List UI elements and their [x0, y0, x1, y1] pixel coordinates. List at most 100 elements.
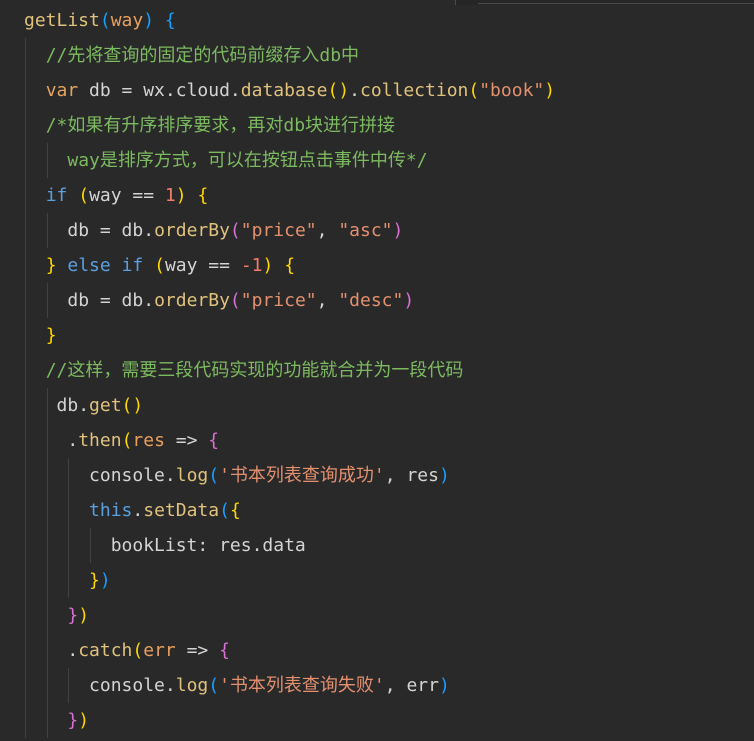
indent-guide	[25, 668, 26, 703]
code-token: (	[229, 290, 241, 311]
code-token: "book"	[479, 80, 545, 101]
code-token: "desc"	[338, 290, 404, 311]
indent-guide	[25, 528, 26, 563]
indent-guide	[46, 528, 48, 563]
code-token: )	[544, 80, 556, 101]
code-line[interactable]: console.log('书本列表查询成功', res)	[0, 458, 754, 493]
code-token: (	[121, 430, 133, 451]
code-line[interactable]: }	[0, 318, 754, 353]
code-token: {	[197, 185, 209, 206]
code-line[interactable]: console.log('书本列表查询失败', err)	[0, 668, 754, 703]
code-token: "asc"	[338, 220, 393, 241]
code-token: setData	[143, 500, 220, 521]
code-token: }	[45, 325, 57, 346]
code-token: )	[403, 290, 415, 311]
code-line[interactable]: /*如果有升序排序要求，再对db块进行拼接	[0, 108, 754, 143]
code-token: {	[164, 10, 176, 31]
code-token: db.	[56, 395, 90, 416]
indent-guide	[90, 528, 92, 563]
code-token: (	[78, 185, 90, 206]
indent-guide	[25, 633, 26, 668]
code-token: (	[132, 640, 144, 661]
code-token: )	[132, 395, 144, 416]
code-token: db = wx.cloud.	[78, 80, 241, 101]
code-editor[interactable]: getList(way) { //先将查询的固定的代码前缀存入db中 var d…	[0, 0, 754, 741]
code-line[interactable]: } else if (way == -1) {	[0, 248, 754, 283]
code-token: collection	[360, 80, 469, 101]
indent-guide	[46, 388, 48, 423]
code-token: this	[89, 500, 133, 521]
code-token: //先将查询的固定的代码前缀存入db中	[45, 45, 360, 66]
indent-guide	[25, 108, 26, 143]
code-token: .	[349, 80, 360, 101]
code-token: (	[121, 395, 133, 416]
code-line[interactable]: db = db.orderBy("price", "desc")	[0, 283, 754, 318]
code-line[interactable]: var db = wx.cloud.database().collection(…	[0, 73, 754, 108]
code-token: (	[208, 465, 220, 486]
code-token: )	[338, 80, 350, 101]
code-token: var	[45, 80, 79, 101]
indent-guide	[25, 563, 26, 598]
code-token: )	[392, 220, 404, 241]
indent-guide	[25, 703, 26, 738]
code-line[interactable]: })	[0, 598, 754, 633]
code-token: log	[175, 465, 209, 486]
editor-widget-edge	[455, 0, 754, 5]
code-line[interactable]: //先将查询的固定的代码前缀存入db中	[0, 38, 754, 73]
code-line[interactable]: way是排序方式，可以在按钮点击事件中传*/	[0, 143, 754, 178]
code-token: )	[262, 255, 274, 276]
code-line[interactable]: getList(way) {	[0, 3, 754, 38]
indent-guide	[46, 668, 48, 703]
code-line[interactable]: db = db.orderBy("price", "asc")	[0, 213, 754, 248]
code-token: (	[219, 500, 230, 521]
code-token: , err	[384, 675, 439, 696]
code-line[interactable]: db.get()	[0, 388, 754, 423]
code-line[interactable]: })	[0, 703, 754, 738]
code-token: then	[78, 430, 122, 451]
code-line[interactable]: if (way == 1) {	[0, 178, 754, 213]
code-token: {	[229, 500, 241, 521]
code-token: {	[284, 255, 296, 276]
code-token: if	[45, 185, 68, 206]
code-token: {	[208, 430, 220, 451]
indent-guide	[25, 493, 26, 528]
code-token: (	[208, 675, 220, 696]
indent-guide	[25, 388, 26, 423]
code-line[interactable]: .then(res => {	[0, 423, 754, 458]
code-token: )	[175, 185, 187, 206]
code-token: )	[438, 465, 450, 486]
code-token: catch	[78, 640, 133, 661]
widget-divider	[478, 3, 754, 4]
code-token: .	[67, 640, 79, 661]
code-token: }	[67, 605, 79, 626]
code-token: }	[67, 710, 79, 731]
code-line[interactable]: .catch(err => {	[0, 633, 754, 668]
code-line[interactable]: })	[0, 563, 754, 598]
code-token: }	[89, 570, 100, 591]
code-token: get	[89, 395, 122, 416]
indent-guide	[46, 213, 48, 248]
code-token: db = db.	[67, 290, 155, 311]
code-token: bookList: res.data	[110, 535, 306, 556]
code-token: orderBy	[154, 290, 230, 311]
code-token: )	[143, 10, 155, 31]
code-token: =>	[175, 640, 220, 661]
code-line[interactable]: this.setData({	[0, 493, 754, 528]
code-line[interactable]: bookList: res.data	[0, 528, 754, 563]
indent-guide	[68, 668, 70, 703]
indent-guide	[68, 528, 70, 563]
code-token: console.	[89, 465, 176, 486]
code-line[interactable]: //这样，需要三段代码实现的功能就合并为一段代码	[0, 353, 754, 388]
